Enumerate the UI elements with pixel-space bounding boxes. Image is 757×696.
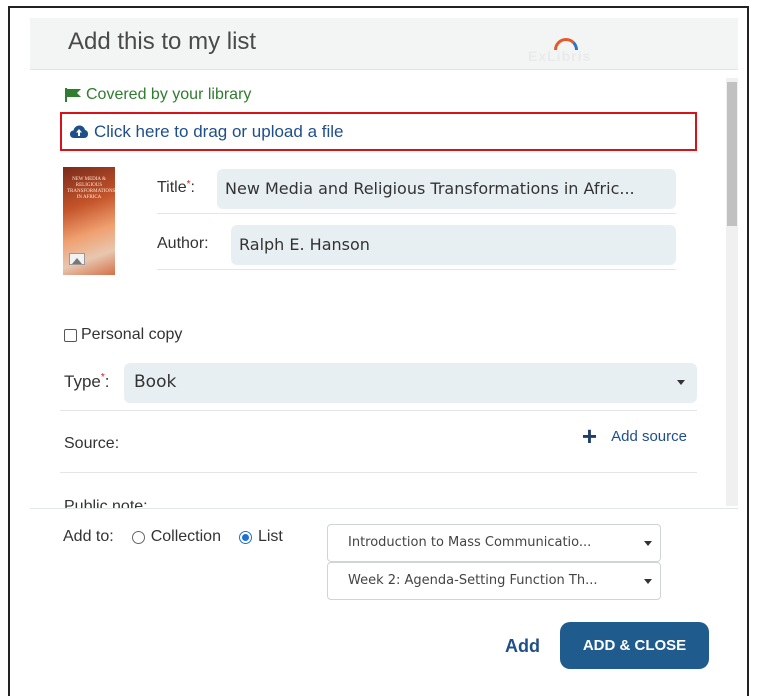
add-source-label: Add source: [611, 427, 687, 445]
type-field-row: Type*: Book: [60, 355, 697, 411]
section-dropdown-value: Week 2: Agenda-Setting Function Th...: [348, 573, 598, 588]
cloud-upload-icon: [70, 125, 88, 138]
required-asterisk: *: [186, 179, 191, 190]
add-source-button[interactable]: + Add source: [581, 421, 687, 451]
add-to-list-dialog: Add this to my list ExLibris Covered by …: [30, 18, 738, 696]
add-to-label: Add to:: [63, 528, 114, 545]
type-label: Type*:: [64, 372, 110, 391]
covered-text: Covered by your library: [86, 86, 252, 103]
source-field-row: Source: + Add source: [60, 411, 697, 473]
add-to-options: Add to: Collection List: [63, 528, 283, 546]
upload-text: Click here to drag or upload a file: [94, 121, 344, 141]
author-field-row: Author: Ralph E. Hanson: [157, 222, 676, 270]
author-label: Author:: [157, 235, 209, 252]
personal-copy-checkbox[interactable]: [64, 328, 77, 342]
type-select[interactable]: Book: [124, 363, 697, 403]
add-and-close-button[interactable]: ADD & CLOSE: [560, 622, 709, 669]
cover-title-text: NEW MEDIA & RELIGIOUS TRANSFORMATIONS IN…: [67, 177, 116, 200]
section-dropdown[interactable]: Week 2: Agenda-Setting Function Th...: [327, 562, 661, 600]
list-radio[interactable]: [238, 530, 252, 544]
image-icon: [69, 253, 85, 265]
list-radio-label[interactable]: List: [258, 528, 283, 546]
book-cover-thumbnail: NEW MEDIA & RELIGIOUS TRANSFORMATIONS IN…: [63, 167, 115, 275]
exlibris-logo: ExLibris: [514, 32, 634, 64]
type-selected-value: Book: [134, 372, 177, 392]
dialog-footer: Add to: Collection List Introduction to …: [30, 508, 738, 696]
form-scroll-area[interactable]: Covered by your library Click here to dr…: [30, 71, 738, 508]
add-button[interactable]: Add: [505, 636, 540, 657]
list-dropdown-value: Introduction to Mass Communicatio...: [348, 535, 592, 550]
required-asterisk: *: [100, 372, 105, 383]
caret-down-icon: [677, 380, 685, 385]
caret-down-icon: [644, 541, 652, 546]
title-field-row: Title*: New Media and Religious Transfor…: [157, 166, 676, 214]
scrollbar[interactable]: [726, 78, 738, 506]
dialog-title: Add this to my list: [68, 28, 257, 55]
personal-copy-label: Personal copy: [81, 326, 183, 343]
list-dropdown[interactable]: Introduction to Mass Communicatio...: [327, 524, 661, 562]
scrollbar-thumb[interactable]: [727, 82, 737, 226]
caret-down-icon: [644, 579, 652, 584]
collection-radio-label[interactable]: Collection: [151, 528, 221, 546]
title-field[interactable]: New Media and Religious Transformations …: [217, 169, 676, 209]
personal-copy-row[interactable]: Personal copy: [64, 326, 182, 344]
source-label: Source:: [64, 435, 120, 452]
upload-file-button[interactable]: Click here to drag or upload a file: [60, 112, 697, 151]
covered-by-library: Covered by your library: [64, 86, 251, 104]
author-field[interactable]: Ralph E. Hanson: [231, 225, 676, 265]
flag-icon: [65, 88, 81, 102]
collection-radio[interactable]: [131, 530, 145, 544]
title-label: Title*:: [157, 179, 195, 196]
public-note-label: Public note:: [64, 498, 148, 508]
logo-wordmark: ExLibris: [528, 48, 592, 64]
plus-icon: +: [581, 421, 598, 451]
dialog-header: Add this to my list ExLibris: [30, 18, 738, 70]
